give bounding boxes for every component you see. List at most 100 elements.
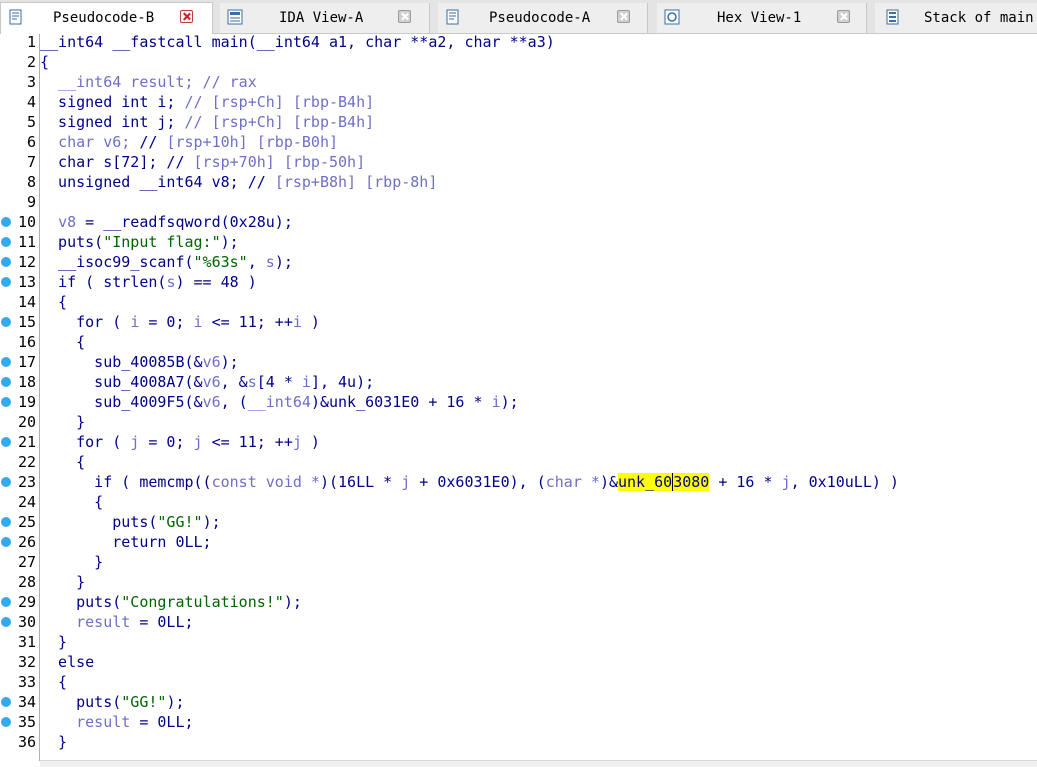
- code-line[interactable]: 31 }: [0, 632, 1037, 652]
- horizontal-scrollbar[interactable]: [40, 760, 1037, 767]
- code-line[interactable]: 13 if ( strlen(s) == 48 ): [0, 272, 1037, 292]
- code-line[interactable]: 29 puts("Congratulations!");: [0, 592, 1037, 612]
- tab-pseudocode-b[interactable]: Pseudocode-B: [0, 2, 213, 34]
- code-line[interactable]: 1 __int64 __fastcall main(__int64 a1, cha…: [0, 32, 1037, 52]
- code-line[interactable]: 20 }: [0, 412, 1037, 432]
- code-line[interactable]: 26 return 0LL;: [0, 532, 1037, 552]
- code-line[interactable]: 36 }: [0, 732, 1037, 752]
- tab-ida-view-a[interactable]: IDA View-A: [220, 3, 430, 33]
- line-number: 16: [17, 333, 36, 351]
- code-text[interactable]: __int64 __fastcall main(__int64 a1, char…: [40, 32, 555, 52]
- code-line[interactable]: 27 }: [0, 552, 1037, 572]
- code-line[interactable]: 34 puts("GG!");: [0, 692, 1037, 712]
- code-text[interactable]: puts("GG!");: [40, 692, 185, 712]
- code-text[interactable]: return 0LL;: [40, 532, 211, 552]
- code-line[interactable]: 15 for ( i = 0; i <= 11; ++i ): [0, 312, 1037, 332]
- code-text[interactable]: puts("GG!");: [40, 512, 220, 532]
- code-line[interactable]: 24 {: [0, 492, 1037, 512]
- code-line[interactable]: 21 for ( j = 0; j <= 11; ++j ): [0, 432, 1037, 452]
- code-line[interactable]: 28 }: [0, 572, 1037, 592]
- code-text[interactable]: {: [40, 672, 67, 692]
- code-line[interactable]: 35 result = 0LL;: [0, 712, 1037, 732]
- code-token: sub_40085B(&: [40, 353, 203, 371]
- code-text[interactable]: signed int j; // [rsp+Ch] [rbp-B4h]: [40, 112, 374, 132]
- code-line[interactable]: 4 signed int i; // [rsp+Ch] [rbp-B4h]: [0, 92, 1037, 112]
- tab-hex-view-1[interactable]: Hex View-1: [657, 3, 867, 33]
- tab-pseudocode-a[interactable]: Pseudocode-A: [438, 3, 648, 33]
- code-text[interactable]: sub_4009F5(&v6, (__int64)&unk_6031E0 + 1…: [40, 392, 518, 412]
- code-text[interactable]: result = 0LL;: [40, 612, 193, 632]
- code-text[interactable]: char v6; // [rsp+10h] [rbp-B0h]: [40, 132, 338, 152]
- code-text[interactable]: v8 = __readfsqword(0x28u);: [40, 212, 293, 232]
- code-line[interactable]: 23 if ( memcmp((const void *)(16LL * j +…: [0, 472, 1037, 492]
- code-text[interactable]: puts("Congratulations!");: [40, 592, 302, 612]
- code-token: j: [130, 433, 140, 451]
- code-line[interactable]: 22 {: [0, 452, 1037, 472]
- code-text[interactable]: for ( i = 0; i <= 11; ++i ): [40, 312, 320, 332]
- code-token: }: [40, 553, 104, 571]
- code-token: puts(: [40, 593, 122, 611]
- code-text[interactable]: {: [40, 292, 67, 312]
- code-text[interactable]: puts("Input flag:");: [40, 232, 239, 252]
- code-text[interactable]: for ( j = 0; j <= 11; ++j ): [40, 432, 320, 452]
- code-line[interactable]: 32 else: [0, 652, 1037, 672]
- code-token: {: [40, 493, 104, 511]
- code-text[interactable]: __isoc99_scanf("%63s", s);: [40, 252, 293, 272]
- pseudocode-icon: [8, 9, 24, 25]
- code-line[interactable]: 7 char s[72]; // [rsp+70h] [rbp-50h]: [0, 152, 1037, 172]
- code-text[interactable]: unsigned __int64 v8; // [rsp+B8h] [rbp-8…: [40, 172, 437, 192]
- pseudocode-editor[interactable]: 1 __int64 __fastcall main(__int64 a1, cha…: [0, 32, 1037, 767]
- code-text[interactable]: sub_40085B(&v6);: [40, 352, 239, 372]
- line-number: 23: [17, 473, 36, 491]
- close-icon[interactable]: [180, 10, 193, 23]
- code-line[interactable]: 2{: [0, 52, 1037, 72]
- code-line[interactable]: 3 __int64 result; // rax: [0, 72, 1037, 92]
- code-token: result: [76, 613, 131, 631]
- code-text[interactable]: }: [40, 732, 67, 752]
- code-text[interactable]: if ( memcmp((const void *)(16LL * j + 0x…: [40, 472, 899, 492]
- code-text[interactable]: }: [40, 632, 67, 652]
- code-token: = 0LL;: [130, 713, 194, 731]
- code-line[interactable]: 19 sub_4009F5(&v6, (__int64)&unk_6031E0 …: [0, 392, 1037, 412]
- code-line[interactable]: 14 {: [0, 292, 1037, 312]
- code-token: char s[72]; //: [40, 153, 194, 171]
- code-text[interactable]: if ( strlen(s) == 48 ): [40, 272, 257, 292]
- code-line[interactable]: 8 unsigned __int64 v8; // [rsp+B8h] [rbp…: [0, 172, 1037, 192]
- code-text[interactable]: result = 0LL;: [40, 712, 194, 732]
- code-line[interactable]: 30 result = 0LL;: [0, 612, 1037, 632]
- code-line[interactable]: 12 __isoc99_scanf("%63s", s);: [0, 252, 1037, 272]
- code-text[interactable]: __int64 result; // rax: [40, 72, 257, 92]
- code-line[interactable]: 11 puts("Input flag:");: [0, 232, 1037, 252]
- close-icon[interactable]: [837, 10, 850, 23]
- code-line[interactable]: 10 v8 = __readfsqword(0x28u);: [0, 212, 1037, 232]
- code-token: for (: [40, 313, 131, 331]
- code-line[interactable]: 6 char v6; // [rsp+10h] [rbp-B0h]: [0, 132, 1037, 152]
- code-text[interactable]: char s[72]; // [rsp+70h] [rbp-50h]: [40, 152, 365, 172]
- code-token: );: [166, 693, 185, 711]
- code-text[interactable]: }: [40, 412, 85, 432]
- code-text[interactable]: {: [40, 492, 103, 512]
- code-line[interactable]: 18 sub_4008A7(&v6, &s[4 * i], 4u);: [0, 372, 1037, 392]
- code-text[interactable]: {: [40, 452, 85, 472]
- code-text[interactable]: else: [40, 652, 94, 672]
- tab-stack-of-main[interactable]: Stack of main: [875, 3, 1037, 33]
- code-text[interactable]: }: [40, 552, 103, 572]
- code-token: char *: [545, 473, 600, 491]
- code-line[interactable]: 16 {: [0, 332, 1037, 352]
- code-text[interactable]: {: [40, 52, 49, 72]
- code-line[interactable]: 33 {: [0, 672, 1037, 692]
- code-token: "%63s": [193, 253, 248, 271]
- close-icon[interactable]: [398, 10, 411, 23]
- code-text[interactable]: sub_4008A7(&v6, &s[4 * i], 4u);: [40, 372, 374, 392]
- code-text[interactable]: signed int i; // [rsp+Ch] [rbp-B4h]: [40, 92, 374, 112]
- code-token: result: [76, 713, 131, 731]
- code-line[interactable]: 9: [0, 192, 1037, 212]
- close-icon[interactable]: [617, 10, 630, 23]
- code-text[interactable]: }: [40, 572, 85, 592]
- code-text[interactable]: {: [40, 332, 85, 352]
- code-line[interactable]: 17 sub_40085B(&v6);: [0, 352, 1037, 372]
- code-line[interactable]: 5 signed int j; // [rsp+Ch] [rbp-B4h]: [0, 112, 1037, 132]
- code-line[interactable]: 25 puts("GG!");: [0, 512, 1037, 532]
- code-token: ) == 48 ): [175, 273, 257, 291]
